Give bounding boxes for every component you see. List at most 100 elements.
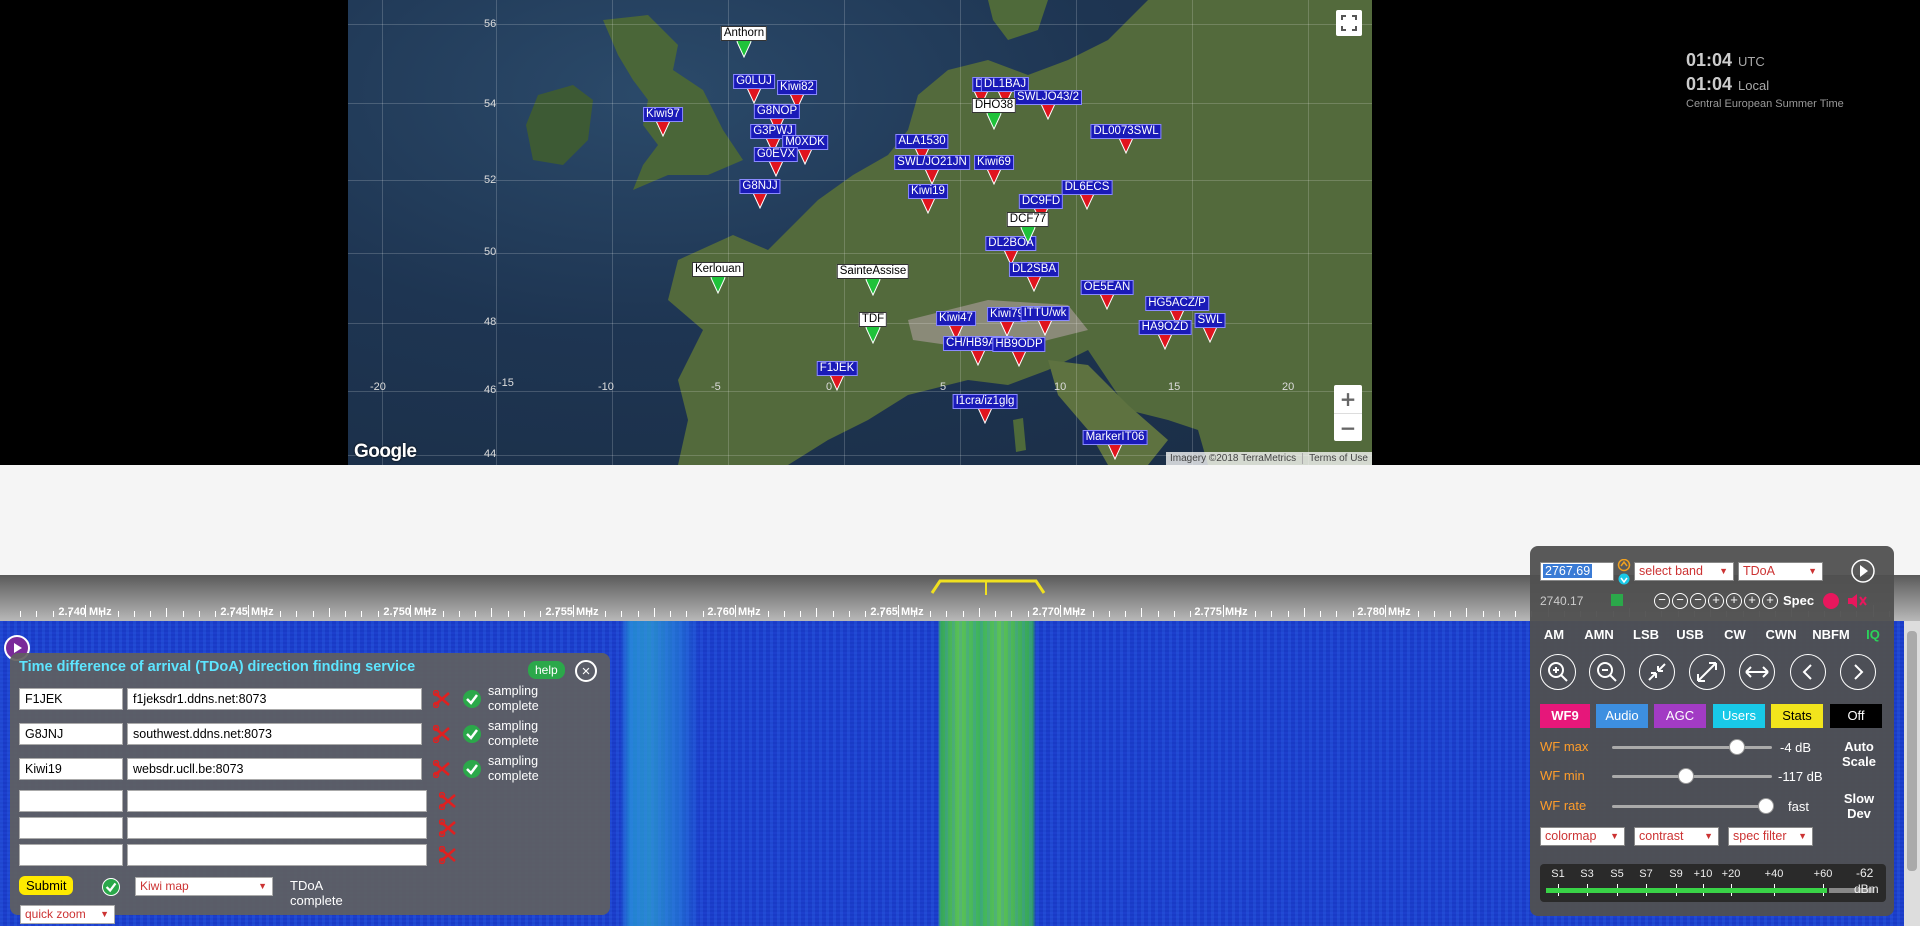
host-url-field[interactable]: f1jeksdr1.ddns.net:8073 <box>127 688 422 710</box>
extension-select[interactable]: TDoA ▼ <box>1738 562 1823 581</box>
host-id-field[interactable]: Kiwi19 <box>19 758 123 780</box>
zoom-band-button[interactable] <box>1739 654 1775 690</box>
zoom-plus-icon[interactable]: + <box>1726 593 1742 609</box>
dropdown-arrow-icon: ▼ <box>1704 831 1713 841</box>
zoom-plus-icon[interactable]: + <box>1762 593 1778 609</box>
close-button[interactable]: × <box>575 660 597 682</box>
scale-tick <box>865 611 866 617</box>
scissors-icon[interactable] <box>439 819 457 837</box>
scale-tick <box>507 611 509 617</box>
zoom-in-button[interactable] <box>1540 654 1576 690</box>
host-url-field[interactable] <box>127 790 427 812</box>
quick-zoom-select[interactable]: quick zoom ▼ <box>20 905 115 924</box>
lat-label: 52 <box>484 174 497 186</box>
spec-filter-select[interactable]: spec filter ▼ <box>1728 827 1813 846</box>
scale-tick <box>621 611 623 617</box>
marker-label: TDF <box>858 312 888 327</box>
scissors-icon[interactable] <box>439 846 457 864</box>
clock-display: 01:04 UTC 01:04 Local Central European Sum… <box>1686 50 1844 110</box>
tdoa-map[interactable]: 56 54 52 50 48 46 44 -20 -15 -10 -5 0 5 … <box>348 0 1372 465</box>
host-id-field[interactable] <box>19 790 123 812</box>
zoom-minus-icon[interactable]: − <box>1690 593 1706 609</box>
map-select[interactable]: Kiwi map ▼ <box>135 877 273 896</box>
host-url-field[interactable]: southwest.ddns.net:8073 <box>127 723 422 745</box>
page-left-button[interactable] <box>1790 654 1826 690</box>
wf-min-knob[interactable] <box>1677 768 1694 784</box>
zoom-out-button[interactable] <box>1589 654 1625 690</box>
tab-agc[interactable]: AGC <box>1654 704 1706 728</box>
local-label: Local <box>1738 78 1770 93</box>
frequency-input[interactable]: 2767.69 <box>1540 562 1614 581</box>
wf-rate-knob[interactable] <box>1757 798 1774 814</box>
scrollbar-thumb[interactable] <box>1907 631 1917 871</box>
spec-button[interactable]: Spec <box>1783 593 1814 608</box>
contrast-select[interactable]: contrast ▼ <box>1634 827 1719 846</box>
page-right-button[interactable] <box>1840 654 1876 690</box>
zoom-max-button[interactable] <box>1689 654 1725 690</box>
tab-users[interactable]: Users <box>1713 704 1765 728</box>
s-meter-bar <box>1546 888 1828 893</box>
waterfall-scrollbar[interactable] <box>1904 621 1920 926</box>
zoom-min-button[interactable] <box>1639 654 1675 690</box>
tab-audio[interactable]: Audio <box>1596 704 1648 728</box>
host-url-field[interactable] <box>127 844 427 866</box>
contrast-value: contrast <box>1639 829 1684 843</box>
mode-button-amn[interactable]: AMN <box>1578 624 1620 646</box>
tab-wf9[interactable]: WF9 <box>1540 704 1590 728</box>
zoom-minus-icon[interactable]: − <box>1672 593 1688 609</box>
mode-button-am[interactable]: AM <box>1540 624 1568 646</box>
auto-scale-button[interactable]: Auto Scale <box>1836 739 1882 769</box>
band-select[interactable]: select band ▼ <box>1634 562 1734 581</box>
zoom-minus-icon[interactable]: − <box>1654 593 1670 609</box>
mode-button-iq[interactable]: IQ <box>1862 624 1884 646</box>
zoom-in-button[interactable]: + <box>1334 385 1362 413</box>
scissors-icon[interactable] <box>433 690 451 708</box>
scissors-icon[interactable] <box>433 760 451 778</box>
lat-label: 56 <box>484 18 497 30</box>
submit-button[interactable]: Submit <box>19 876 74 895</box>
host-id-field[interactable]: G8JNJ <box>19 723 123 745</box>
mode-button-cwn[interactable]: CWN <box>1760 624 1802 646</box>
host-url-field[interactable]: websdr.ucll.be:8073 <box>127 758 422 780</box>
zoom-out-button[interactable]: − <box>1334 413 1362 441</box>
wf-max-slider[interactable] <box>1612 746 1772 749</box>
marker-label: ITTU/wk <box>1020 306 1070 321</box>
host-id-field[interactable] <box>19 844 123 866</box>
wf-rate-slider[interactable] <box>1612 805 1772 808</box>
host-id-field[interactable] <box>19 817 123 839</box>
mode-button-cw[interactable]: CW <box>1721 624 1749 646</box>
s-meter-value: -62 <box>1856 866 1874 880</box>
freq-label: 2.760 MHz <box>707 606 761 618</box>
scissors-icon[interactable] <box>433 725 451 743</box>
freq-step-icon[interactable] <box>1617 559 1631 585</box>
wf-max-knob[interactable] <box>1728 739 1745 755</box>
scale-tick <box>458 611 460 617</box>
host-id-field[interactable]: F1JEK <box>19 688 123 710</box>
s-meter-label: S3 <box>1580 868 1594 880</box>
wf-rate-label: WF rate <box>1540 798 1587 813</box>
freq-label: 2.775 MHz <box>1194 606 1248 618</box>
map-gridline <box>348 253 1372 254</box>
mode-button-nbfm[interactable]: NBFM <box>1808 624 1854 646</box>
mode-button-lsb[interactable]: LSB <box>1628 624 1664 646</box>
link-icon[interactable] <box>1611 594 1623 606</box>
scale-tick <box>946 611 948 617</box>
mode-button-usb[interactable]: USB <box>1672 624 1708 646</box>
help-button[interactable]: help <box>528 661 565 679</box>
scissors-icon[interactable] <box>439 792 457 810</box>
record-icon[interactable] <box>1823 593 1839 609</box>
marker-label: Kiwi19 <box>908 184 948 199</box>
terms-link[interactable]: Terms of Use <box>1302 453 1368 464</box>
tab-stats[interactable]: Stats <box>1771 704 1823 728</box>
zoom-plus-icon[interactable]: + <box>1744 593 1760 609</box>
colormap-select[interactable]: colormap ▼ <box>1540 827 1625 846</box>
map-gridline <box>348 103 1372 104</box>
tab-off[interactable]: Off <box>1830 704 1882 728</box>
frequency-value: 2767.69 <box>1543 564 1593 578</box>
map-fullscreen-button[interactable] <box>1336 10 1362 36</box>
mute-icon[interactable] <box>1846 592 1868 610</box>
slow-dev-button[interactable]: Slow Dev <box>1840 791 1878 821</box>
host-url-field[interactable] <box>127 817 427 839</box>
run-icon[interactable] <box>1850 558 1876 584</box>
zoom-plus-icon[interactable]: + <box>1708 593 1724 609</box>
